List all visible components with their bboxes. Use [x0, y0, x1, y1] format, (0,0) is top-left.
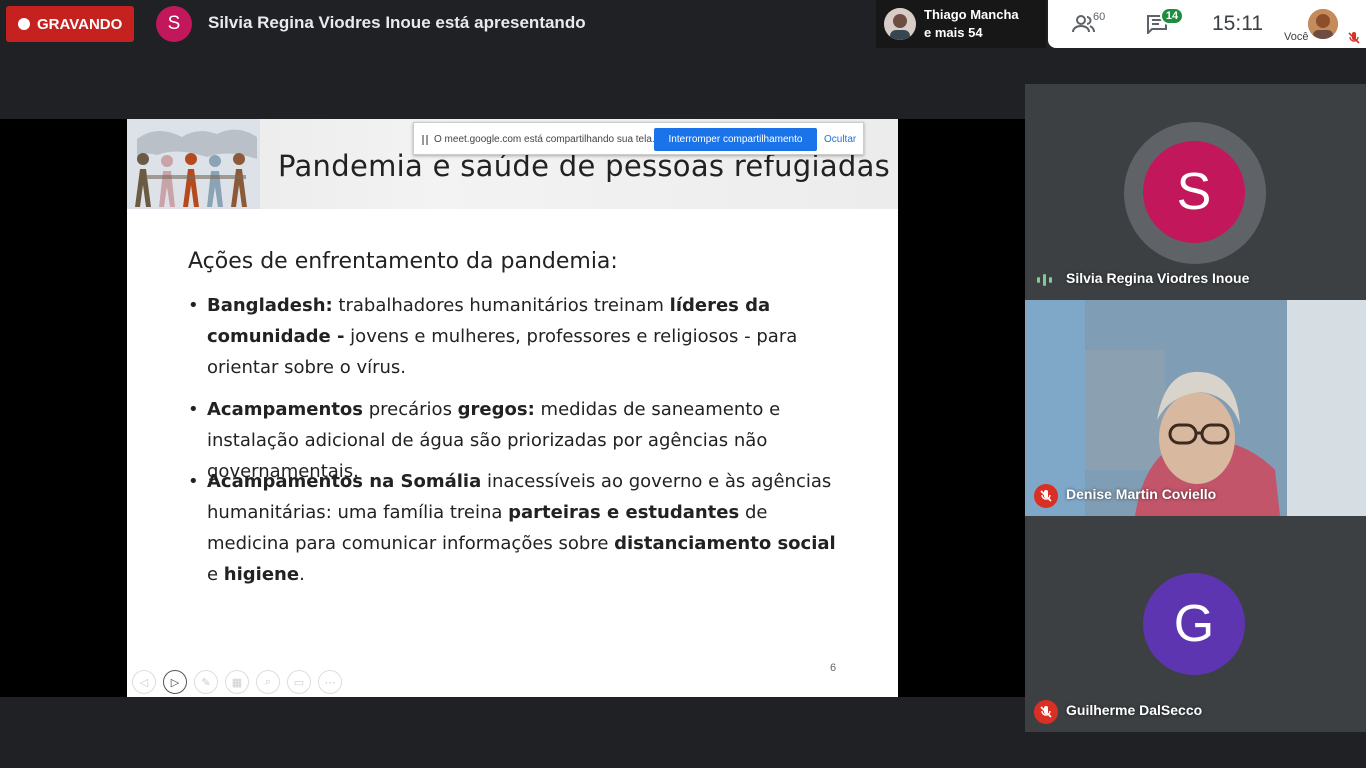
participant-tile[interactable]: G Guilherme DalSecco	[1025, 516, 1366, 732]
bullet-text: trabalhadores humanitários treinam	[332, 295, 670, 316]
participants-chip-name: Thiago Mancha	[924, 7, 1019, 22]
mic-off-icon	[1034, 700, 1058, 724]
participants-chip-more: e mais 54	[924, 25, 983, 40]
subtitles-icon[interactable]: ▭	[287, 670, 311, 694]
pen-icon[interactable]: ✎	[194, 670, 218, 694]
bullet-bold: distanciamento social	[614, 533, 836, 554]
recording-badge[interactable]: GRAVANDO	[6, 6, 134, 42]
participant-tile[interactable]: Denise Martin Coviello	[1025, 300, 1366, 516]
presenting-status: Silvia Regina Viodres Inoue está apresen…	[208, 13, 586, 32]
mic-off-icon	[1034, 484, 1058, 508]
bullet-text: precários	[363, 399, 458, 420]
bullet-mark: •	[188, 399, 199, 420]
bullet-bold: Acampamentos na Somália	[207, 471, 482, 492]
slides-grid-icon[interactable]: ▦	[225, 670, 249, 694]
clock: 15:11	[1212, 12, 1263, 35]
bullet-bold: Bangladesh:	[207, 295, 333, 316]
participant-name: Denise Martin Coviello	[1066, 486, 1217, 502]
participant-name: Silvia Regina Viodres Inoue	[1066, 270, 1250, 286]
bullet-bold: parteiras e estudantes	[508, 502, 740, 523]
participant-video	[1025, 300, 1366, 516]
hide-notice-button[interactable]: Ocultar	[824, 134, 856, 145]
recording-label: GRAVANDO	[37, 15, 123, 33]
speaking-indicator-icon	[1037, 273, 1055, 287]
previous-slide-icon[interactable]: ◁	[132, 670, 156, 694]
slide-subtitle: Ações de enfrentamento da pandemia:	[188, 249, 618, 274]
bullet-text: .	[299, 564, 305, 585]
avatar	[884, 8, 916, 40]
bullet-bold: gregos:	[457, 399, 535, 420]
next-slide-icon[interactable]: ▷	[163, 670, 187, 694]
stop-sharing-button[interactable]: Interromper compartilhamento	[654, 128, 817, 151]
self-label: Você	[1284, 31, 1309, 43]
bullet-text: e	[207, 564, 224, 585]
participant-tile[interactable]: S Silvia Regina Viodres Inoue	[1025, 84, 1366, 300]
share-notice-text: O meet.google.com está compartilhando su…	[434, 134, 655, 145]
participants-chip-label: Thiago Mancha e mais 54	[924, 6, 1019, 42]
presenter-avatar: S	[156, 6, 192, 42]
self-avatar[interactable]	[1308, 9, 1338, 39]
participant-name: Guilherme DalSecco	[1066, 702, 1203, 718]
screen-share-notice: O meet.google.com está compartilhando su…	[413, 122, 864, 155]
drag-handle-icon[interactable]	[422, 135, 428, 145]
people-count: 60	[1093, 11, 1106, 23]
slideshow-controls: ◁ ▷ ✎ ▦ ⌕ ▭ ⋯	[132, 670, 352, 694]
zoom-icon[interactable]: ⌕	[256, 670, 280, 694]
record-dot-icon	[18, 18, 30, 30]
slide-bullet: • Bangladesh: trabalhadores humanitários…	[188, 290, 848, 383]
bullet-mark: •	[188, 295, 199, 316]
more-options-icon[interactable]: ⋯	[318, 670, 342, 694]
chat-count-badge: 14	[1160, 7, 1184, 25]
bullet-mark: •	[188, 471, 199, 492]
people-chain-image	[127, 119, 260, 209]
slide-page-number: 6	[830, 662, 837, 674]
avatar: G	[1143, 573, 1245, 675]
bullet-bold: higiene	[223, 564, 300, 585]
shared-slide: Pandemia e saúde de pessoas refugiadas O…	[127, 119, 898, 697]
mic-off-icon	[1346, 30, 1362, 46]
slide-bullet: • Acampamentos na Somália inacessíveis a…	[188, 466, 848, 590]
bullet-bold: Acampamentos	[207, 399, 363, 420]
avatar: S	[1143, 141, 1245, 243]
